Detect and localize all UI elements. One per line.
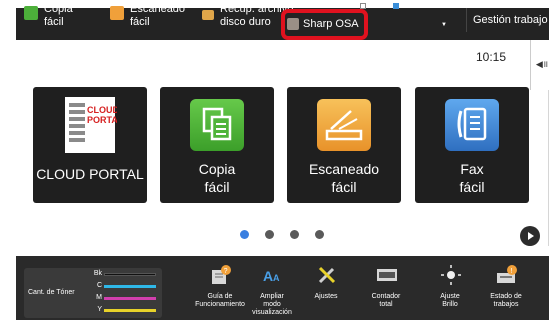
bottom-item-label: Ampliar modo visualización [252, 293, 292, 316]
toner-channel-label: M [96, 294, 102, 301]
toner-bar-c [104, 285, 156, 288]
collapse-arrow-icon[interactable]: ◀॥ [535, 54, 549, 74]
job-status-button[interactable]: ! Estado de trabajos [476, 262, 536, 320]
total-counter-button[interactable]: Contador total [356, 262, 416, 320]
toner-bar-bk [104, 273, 156, 276]
folder-icon [202, 10, 214, 20]
page-dot-4[interactable] [315, 230, 324, 239]
play-arrow-icon [528, 232, 534, 240]
brightness-icon [441, 265, 461, 285]
home-screen: Copia fácil Escaneado fácil Recup. archi… [0, 0, 549, 327]
copy-icon [24, 6, 38, 20]
scan-icon [110, 6, 124, 20]
tile-label: Copia fácil [198, 161, 236, 195]
toner-channel-label: C [96, 282, 102, 289]
bottom-item-label: Guía de Funcionamiento [195, 293, 245, 308]
page-dot-1[interactable] [240, 230, 249, 239]
svg-text:A: A [273, 273, 280, 283]
bottom-item-label: Contador total [371, 293, 401, 308]
shortcut-label: Copia fácil [44, 3, 73, 28]
shortcut-label: Escaneado fácil [130, 3, 186, 28]
next-page-button[interactable] [520, 226, 540, 246]
tile-escaneado-facil[interactable]: Escaneado fácil [287, 87, 401, 203]
brightness-button[interactable]: Ajuste Brillo [420, 262, 480, 320]
tile-fax-facil[interactable]: Fax fácil [415, 87, 529, 203]
svg-text:!: ! [511, 268, 513, 275]
counter-icon [377, 269, 397, 281]
toner-label: Cant. de Tóner [28, 289, 75, 296]
toner-channel-label: Y [97, 306, 102, 313]
highlight-frame [281, 9, 368, 40]
svg-text:?: ? [224, 268, 228, 275]
toner-channel-label: Bk [93, 270, 102, 277]
operation-guide-button[interactable]: ? Guía de Funcionamiento [190, 262, 250, 320]
toner-bar-m [104, 297, 156, 300]
bottom-item-label: Estado de trabajos [490, 293, 522, 308]
status-print-label: IMPRES. [402, 2, 432, 9]
enlarge-text-icon: A A [263, 268, 280, 284]
status-line-label: LINEA [369, 2, 390, 9]
job-management-button[interactable]: Gestión trabajo [466, 8, 548, 32]
copy-icon [190, 99, 244, 151]
svg-text:CLOUD: CLOUD [87, 105, 117, 115]
tile-copia-facil[interactable]: Copia fácil [160, 87, 274, 203]
tools-icon [318, 266, 336, 284]
scan-icon [317, 99, 371, 151]
print-indicator-icon [393, 2, 400, 9]
chevron-down-icon[interactable]: ▼ [441, 22, 447, 28]
guide-book-icon: ? [212, 265, 231, 284]
tile-label: Fax fácil [459, 161, 485, 195]
tile-label: CLOUD PORTAL [36, 166, 144, 182]
bottom-item-label: Ajuste Brillo [440, 293, 460, 308]
page-dot-3[interactable] [290, 230, 299, 239]
page-dot-2[interactable] [265, 230, 274, 239]
svg-text:A: A [263, 268, 273, 284]
zoom-display-button[interactable]: A A Ampliar modo visualización [242, 262, 302, 320]
line-indicator-icon [360, 2, 366, 9]
clock: 10:15 [476, 50, 507, 64]
status-indicators: LINEA IMPRES. [360, 2, 435, 9]
tile-label: Escaneado fácil [308, 161, 380, 195]
tile-cloud-portal[interactable]: CLOUD PORTAL CLOUD PORTAL [33, 87, 147, 203]
bottom-item-label: Ajustes [314, 293, 338, 300]
shortcut-escaneado-facil[interactable]: Escaneado fácil [110, 0, 185, 32]
fax-icon [445, 99, 499, 151]
cloud-portal-logo: CLOUD PORTAL [65, 97, 117, 153]
shortcut-recup-archivo[interactable]: Recup. archivo disco duro [202, 0, 293, 32]
shortcut-copia-facil[interactable]: Copia fácil [24, 0, 73, 32]
toner-bar-y [104, 309, 156, 312]
svg-text:PORTAL: PORTAL [87, 115, 117, 125]
job-status-icon: ! [497, 265, 517, 283]
settings-button[interactable]: Ajustes [296, 262, 356, 320]
